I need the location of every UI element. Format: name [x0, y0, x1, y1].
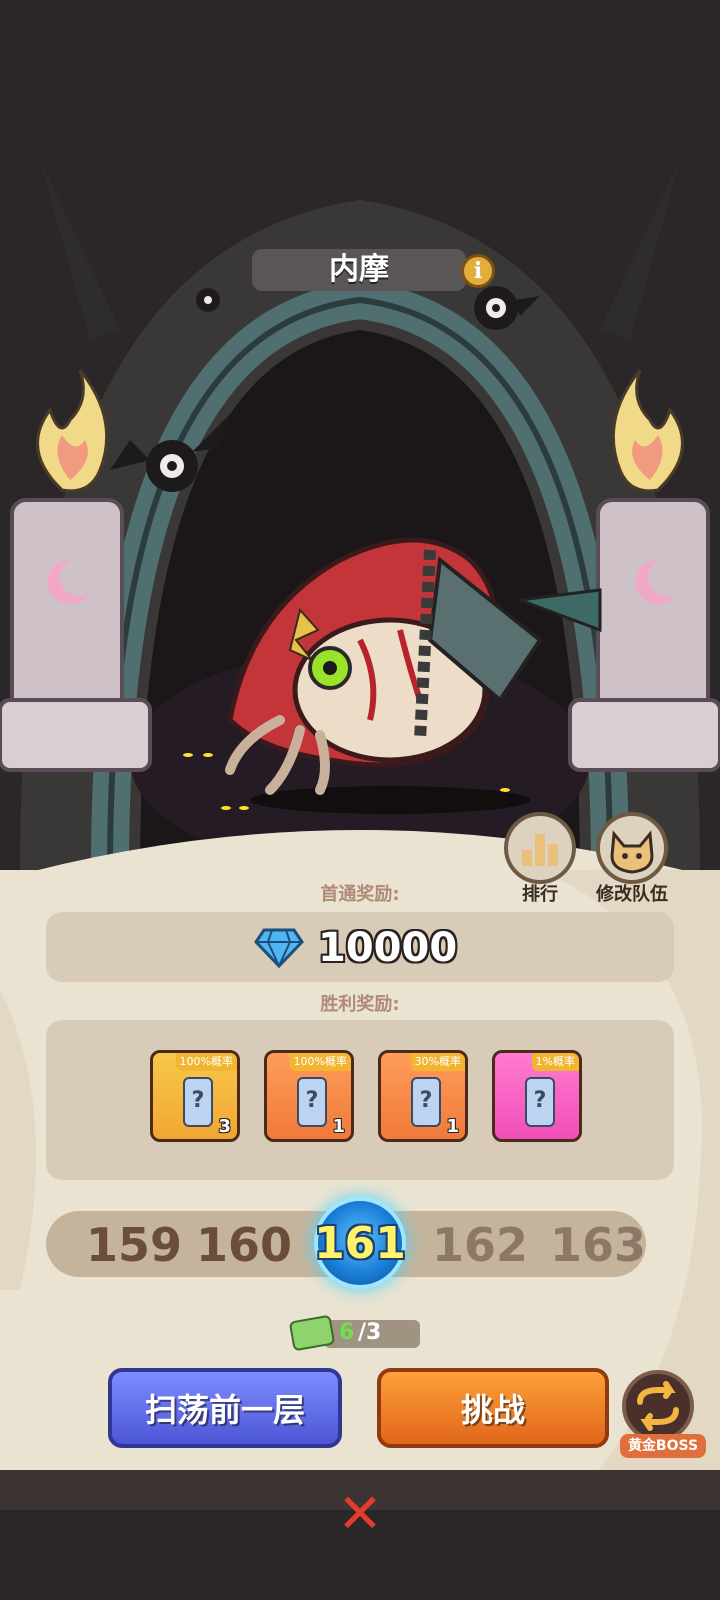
level-option[interactable]: 159 [86, 1218, 182, 1272]
mystery-item-icon: ? [297, 1077, 327, 1127]
mystery-item-icon: ? [183, 1077, 213, 1127]
drop-chance: 100%概率 [175, 1053, 237, 1071]
ticket-max: /3 [358, 1320, 382, 1345]
mystery-item-icon: ? [525, 1077, 555, 1127]
reward-item[interactable]: 100%概率 ? 1 [264, 1050, 354, 1142]
edit-team-button[interactable] [596, 812, 668, 884]
cat-face-icon [610, 830, 654, 874]
info-icon[interactable]: i [461, 254, 495, 288]
item-count: 3 [218, 1116, 231, 1137]
diamond-icon [254, 928, 304, 968]
reward-item[interactable]: 100%概率 ? 3 [150, 1050, 240, 1142]
item-count: 1 [446, 1116, 459, 1137]
first-clear-amount: 10000 [318, 925, 458, 971]
bar-chart-icon [522, 834, 558, 866]
sweep-button[interactable]: 扫荡前一层 [108, 1368, 342, 1448]
drop-chance: 30%概率 [410, 1053, 465, 1071]
boss-name: 内摩 [252, 249, 466, 291]
reward-item[interactable]: 1%概率 ? [492, 1050, 582, 1142]
close-icon[interactable]: ✕ [336, 1487, 384, 1541]
gold-boss-button[interactable] [622, 1370, 694, 1442]
first-clear-title: 首通奖励: [320, 884, 400, 905]
swap-arrows-icon [637, 1381, 679, 1431]
current-level[interactable]: 161 [314, 1218, 406, 1269]
mystery-item-icon: ? [411, 1077, 441, 1127]
ranking-button[interactable] [504, 812, 576, 884]
level-option[interactable]: 163 [550, 1218, 646, 1272]
gold-boss-label: 黄金BOSS [620, 1434, 706, 1458]
challenge-button[interactable]: 挑战 [377, 1368, 609, 1448]
reward-item[interactable]: 30%概率 ? 1 [378, 1050, 468, 1142]
boss-screen: 内摩 i 排行 修改队伍 首通奖励: 10000 胜利奖励: 100%概率 ? … [0, 0, 720, 1600]
drop-chance: 1%概率 [531, 1053, 579, 1071]
item-count: 1 [332, 1116, 345, 1137]
victory-title: 胜利奖励: [320, 994, 400, 1015]
level-option[interactable]: 162 [432, 1218, 528, 1272]
ticket-count: 6 [339, 1320, 355, 1345]
boss-arena-art [0, 0, 720, 900]
drop-chance: 100%概率 [289, 1053, 351, 1071]
level-option[interactable]: 160 [196, 1218, 292, 1272]
